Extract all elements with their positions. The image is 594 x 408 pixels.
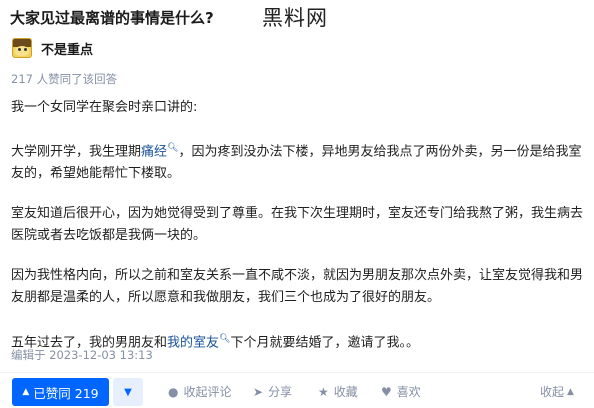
search-link[interactable]: 痛经	[141, 144, 167, 159]
favorite-label: 收藏	[333, 385, 358, 399]
comment-label: 收起评论	[183, 385, 232, 399]
comment-button[interactable]: ● 收起评论	[168, 383, 232, 400]
comment-icon: ●	[168, 384, 179, 399]
answer-content: 我一个女同学在聚会时亲口讲的: 大学刚开学，我生理期痛经🔍︎，因为疼到没办法下楼…	[11, 97, 583, 373]
search-icon: 🔍︎	[219, 334, 231, 345]
paragraph: 我一个女同学在聚会时亲口讲的:	[11, 100, 198, 115]
watermark: 黑料网	[262, 6, 328, 30]
triangle-up-icon: ▲	[22, 387, 30, 397]
share-label: 分享	[268, 385, 293, 399]
vote-up-label: 已赞同 219	[33, 385, 99, 401]
paragraph: 因为我性格内向，所以之前和室友关系一直不咸不淡，就因为男朋友那次点外卖，让室友觉…	[11, 268, 584, 306]
chevron-up-icon: ▲	[567, 386, 574, 397]
author-info: 不是重点	[12, 38, 93, 58]
vote-down-button[interactable]: ▼	[113, 378, 143, 406]
paragraph-text: 下个月就要结婚了，邀请了我。。	[230, 335, 419, 351]
collapse-button[interactable]: 收起 ▲	[540, 383, 574, 400]
paragraph: 室友知道后很开心，因为她觉得受到了尊重。在我下次生理期时，室友还专门给我熬了粥，…	[11, 206, 584, 244]
question-title[interactable]: 大家见过最离谱的事情是什么?	[10, 7, 214, 28]
search-icon: 🔍︎	[167, 143, 179, 153]
vote-up-button[interactable]: ▲ 已赞同 219	[12, 378, 109, 406]
like-button[interactable]: ♥ 喜欢	[381, 383, 421, 400]
paragraph-text: 大学刚开学，我生理期	[11, 144, 142, 160]
avatar[interactable]	[12, 38, 32, 58]
like-label: 喜欢	[396, 385, 421, 399]
collapse-label: 收起	[540, 385, 565, 399]
share-button[interactable]: ➤ 分享	[253, 383, 292, 400]
triangle-down-icon: ▼	[124, 386, 132, 398]
author-name[interactable]: 不是重点	[41, 39, 93, 58]
action-bar: ▲ 已赞同 219 ▼ ● 收起评论 ➤ 分享 ★ 收藏 ♥ 喜欢 收起 ▲	[0, 372, 594, 408]
agree-count: 217 人赞同了该回答	[11, 72, 118, 86]
favorite-button[interactable]: ★ 收藏	[318, 383, 358, 400]
paragraph: 大学刚开学，我生理期痛经🔍︎，因为疼到没办法下楼，异地男友给我点了两份外卖，另一…	[11, 137, 583, 185]
star-icon: ★	[318, 384, 329, 399]
search-link[interactable]: 我的室友	[167, 336, 219, 351]
edit-time: 编辑于 2023-12-03 13:13	[11, 348, 153, 362]
heart-icon: ♥	[381, 384, 392, 399]
share-icon: ➤	[253, 384, 264, 399]
